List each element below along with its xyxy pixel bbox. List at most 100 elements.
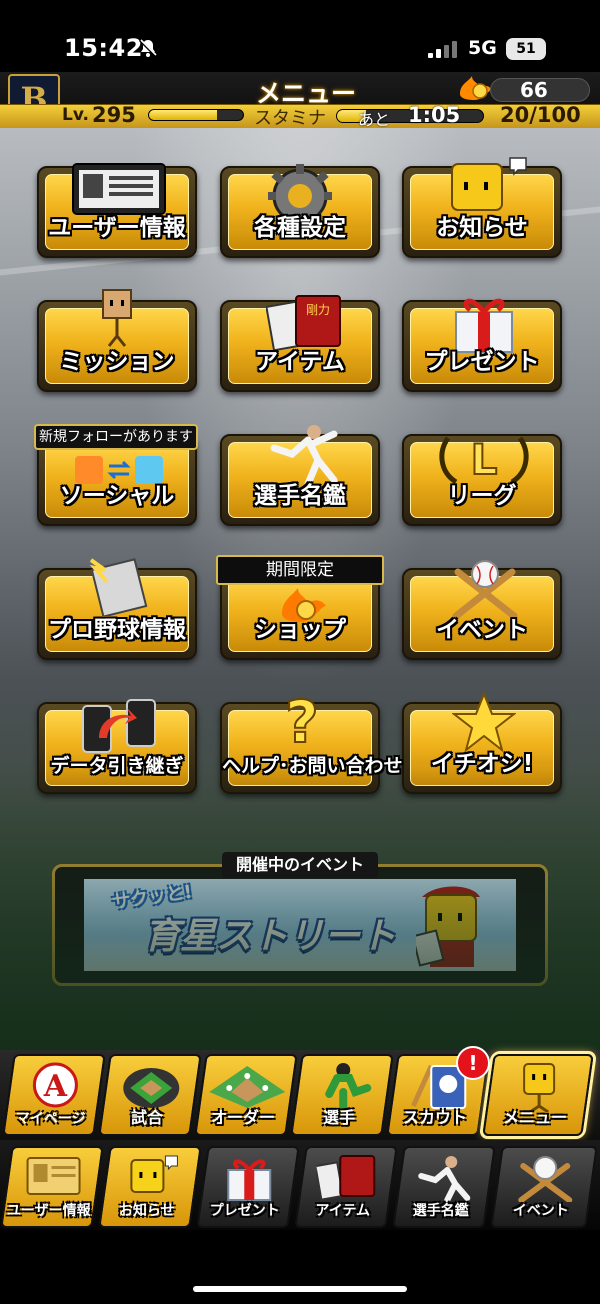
battery-icon: 51 [506, 38, 546, 60]
nav-my-page[interactable]: A マイページ [2, 1054, 106, 1136]
item-book-text: 剛力 [306, 303, 330, 317]
event-banner-subtitle: サクッと! [111, 881, 194, 914]
nav-label: 選手名鑑 [412, 1203, 469, 1219]
news-button[interactable]: お知らせ [402, 157, 562, 258]
network-type: 5G [468, 37, 497, 59]
coin-count: 66 [520, 78, 548, 102]
shortcut-user-info[interactable]: ユーザー情報 [0, 1146, 104, 1228]
tile-label: ショップ [254, 617, 346, 643]
nav-game[interactable]: 試合 [98, 1054, 202, 1136]
bell-muted-icon [138, 38, 158, 58]
nav-label: オーダー [211, 1108, 276, 1127]
mission-button[interactable]: ミッション [37, 289, 197, 392]
shortcut-news[interactable]: お知らせ [98, 1146, 202, 1228]
menu-area: ユーザー情報 各種設定 お知らせ ミッション 剛力 アイテム プレゼント 新規フ… [0, 128, 600, 1050]
scout-alert-badge: ! [456, 1046, 490, 1080]
shortcut-present[interactable]: プレゼント [196, 1146, 300, 1228]
tile-label: プロ野球情報 [48, 617, 186, 643]
tile-label: ヘルプ･お問い合わせ [222, 755, 403, 777]
nav-label: 試合 [131, 1108, 164, 1127]
field-order-icon [209, 1066, 286, 1108]
newspaper-icon [89, 558, 148, 616]
svg-text:A: A [43, 1069, 68, 1104]
pro-baseball-info-button[interactable]: プロ野球情報 [37, 558, 197, 660]
nav-label: ユーザー情報 [6, 1203, 91, 1219]
exp-bar [148, 109, 244, 121]
gift-icon [227, 1159, 272, 1201]
item-book-icon [316, 1155, 376, 1201]
present-button[interactable]: プレゼント [402, 298, 562, 392]
league-button[interactable]: L リーグ [402, 434, 562, 526]
star-icon [452, 692, 516, 752]
tile-label: リーグ [447, 483, 517, 509]
nav-players[interactable]: 選手 [290, 1054, 394, 1136]
signal-icon [428, 40, 458, 58]
level-label: Lv. [62, 105, 89, 125]
baseball-bats-icon [518, 1156, 573, 1202]
nav-label: プレゼント [209, 1203, 280, 1219]
svg-text:?: ? [285, 690, 319, 752]
event-button[interactable]: イベント [402, 560, 562, 660]
tile-label: ミッション [59, 349, 175, 375]
tile-label: 各種設定 [254, 215, 346, 241]
tile-label: ソーシャル [59, 483, 175, 509]
tile-label: イチオシ! [430, 751, 534, 777]
nav-label: メニュー [503, 1108, 568, 1127]
settings-button[interactable]: 各種設定 [220, 164, 380, 258]
data-transfer-button[interactable]: データ引き継ぎ [37, 699, 197, 794]
tile-label: アイテム [255, 349, 345, 375]
shortcut-nav: ユーザー情報 お知らせ プレゼント アイテム 選手名鑑 イベント [0, 1140, 600, 1230]
status-bar: 15:42 5G 51 [0, 0, 600, 72]
primary-nav: A マイページ 試合 オーダー 選手 スカウト メニュー [0, 1050, 600, 1140]
phone-transfer-icon [82, 699, 156, 753]
tile-label: データ引き継ぎ [50, 755, 184, 777]
stadium-icon [123, 1068, 180, 1108]
tile-label: お知らせ [436, 215, 528, 241]
nav-label: マイページ [15, 1111, 86, 1127]
nav-label: イベント [512, 1203, 569, 1219]
recommended-button[interactable]: イチオシ! [402, 692, 562, 794]
nav-label: お知らせ [118, 1203, 175, 1219]
home-indicator[interactable] [193, 1286, 407, 1292]
stamina-value: 20/100 [500, 103, 581, 127]
help-contact-button[interactable]: ? ヘルプ･お問い合わせ [220, 690, 403, 794]
event-banner[interactable]: サクッと! 育星ストリート [84, 879, 516, 971]
nav-label: アイテム [315, 1203, 371, 1219]
nav-label: 選手 [323, 1108, 356, 1127]
tile-label: プレゼント [424, 349, 540, 375]
nav-menu[interactable]: メニュー [482, 1054, 594, 1136]
exp-fill [149, 110, 217, 120]
id-card-icon [26, 1157, 81, 1195]
event-banner-title: 育星ストリート [144, 916, 397, 957]
bottom-safe-area [0, 1230, 600, 1304]
player-silhouette-icon [325, 1063, 372, 1110]
status-time: 15:42 [64, 34, 143, 62]
stamina-label: スタミナ [254, 108, 326, 129]
user-info-button[interactable]: ユーザー情報 [37, 163, 197, 258]
fire-coin-icon [460, 76, 492, 100]
tile-label: ユーザー情報 [48, 215, 186, 241]
shortcut-item[interactable]: アイテム [294, 1146, 398, 1228]
current-event-panel [52, 864, 548, 986]
mascot-coach-icon [416, 886, 480, 967]
my-page-icon: A [32, 1062, 78, 1108]
player-directory-button[interactable]: 選手名鑑 [220, 425, 380, 526]
nav-label: スカウト [403, 1108, 468, 1127]
mascot-news-icon [130, 1155, 178, 1193]
level-value: 295 [92, 103, 136, 127]
nav-order[interactable]: オーダー [194, 1054, 298, 1136]
recovery-time: 1:05 [408, 103, 461, 127]
game-header: B メニュー 66 Lv. 295 スタミナ あと 1:05 20/100 [0, 72, 600, 129]
question-icon: ? [284, 690, 320, 752]
paper-mascot-icon [102, 289, 132, 347]
tile-label: 選手名鑑 [254, 483, 346, 509]
current-event-heading: 開催中のイベント [222, 852, 378, 878]
item-button[interactable]: 剛力 アイテム [220, 295, 380, 392]
recovery-label: あと [358, 110, 391, 129]
shortcut-player-directory[interactable]: 選手名鑑 [392, 1146, 496, 1228]
shortcut-event[interactable]: イベント [490, 1146, 598, 1228]
social-notification: 新規フォローがあります [34, 424, 198, 450]
tile-label: イベント [436, 617, 528, 643]
limited-time-banner: 期間限定 [216, 555, 384, 585]
pitcher-icon [418, 1156, 471, 1202]
